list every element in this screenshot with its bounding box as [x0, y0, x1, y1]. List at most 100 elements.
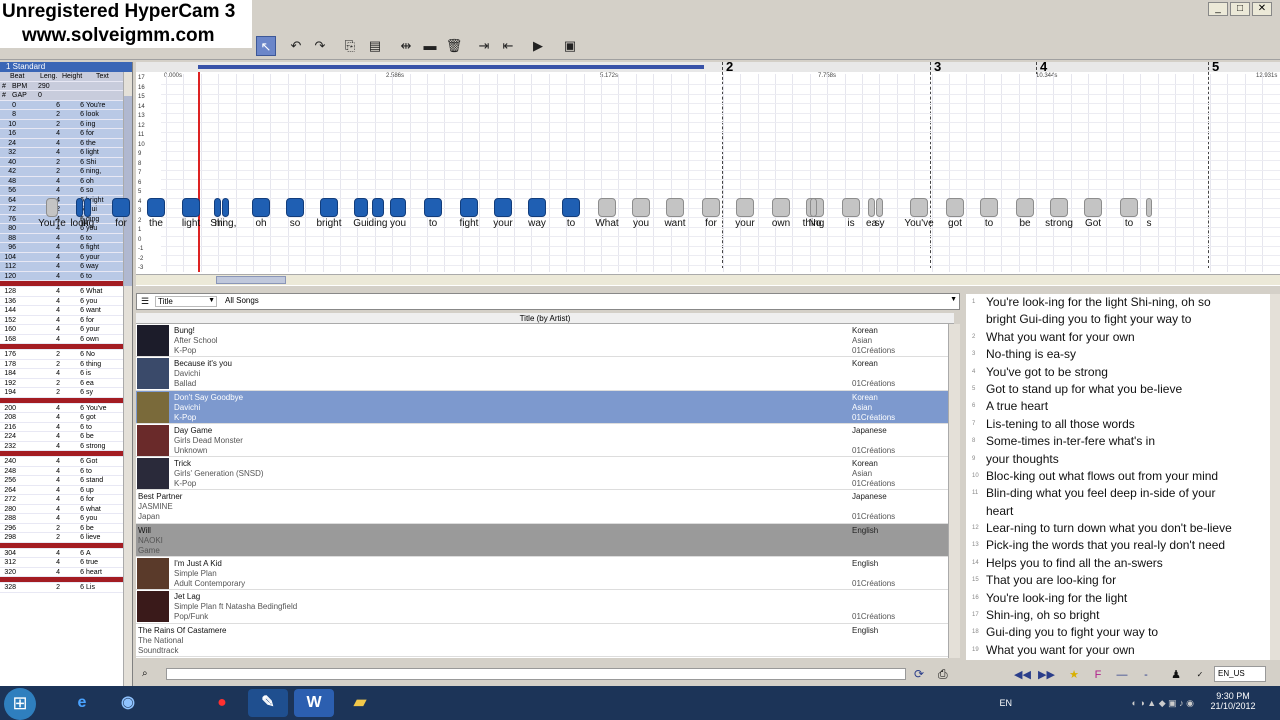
note-block[interactable]	[980, 198, 998, 217]
note-block[interactable]	[598, 198, 616, 217]
merge-icon[interactable]: ▬	[420, 36, 440, 56]
table-row[interactable]: 298 2 6 lieve	[0, 533, 132, 543]
note-block[interactable]	[390, 198, 406, 217]
next-icon[interactable]: ▶▶	[1038, 667, 1055, 683]
lyrics-scrollbar[interactable]	[1270, 294, 1280, 660]
table-row[interactable]: 144 4 6 want	[0, 306, 132, 316]
song-row[interactable]: Bung! After School K-Pop Korean Asian 01Créat…	[136, 324, 948, 358]
note-block[interactable]	[632, 198, 650, 217]
media-player-icon[interactable]: ◉	[108, 689, 148, 717]
note-block[interactable]	[147, 198, 165, 217]
table-row[interactable]: 280 4 6 what	[0, 505, 132, 514]
note-block[interactable]	[46, 198, 58, 217]
table-row[interactable]: 194 2 6 sy	[0, 388, 132, 398]
filter-value-select[interactable]: All Songs	[223, 296, 949, 307]
note-block[interactable]	[252, 198, 270, 217]
lyric-line[interactable]: 19 What you want for your own	[966, 642, 1272, 659]
maximize-button[interactable]: □	[1230, 2, 1250, 16]
undo-icon[interactable]: ↶	[286, 36, 306, 56]
note-block[interactable]	[354, 198, 368, 217]
note-block[interactable]	[222, 198, 229, 217]
lyric-line[interactable]: 11 Blin-ding what you feel deep in-side o…	[966, 485, 1272, 502]
table-row[interactable]: 176 2 6 No	[0, 350, 132, 360]
song-search-input[interactable]	[166, 668, 906, 680]
split-icon[interactable]: ⇹	[396, 36, 416, 56]
table-row[interactable]: 40 2 6 Shi	[0, 157, 132, 167]
note-block[interactable]	[772, 198, 790, 217]
lyric-line[interactable]: 3 No-thing is ea-sy	[966, 346, 1272, 363]
table-row[interactable]: 224 4 6 be	[0, 432, 132, 442]
refresh-icon[interactable]: ⟳	[914, 667, 924, 681]
copy-icon[interactable]: ⎘	[340, 36, 360, 56]
lyric-line[interactable]: 1 You're look-ing for the light Shi-ning,…	[966, 294, 1272, 311]
note-block[interactable]	[910, 198, 928, 217]
song-list-scrollbar[interactable]	[948, 324, 960, 658]
table-row[interactable]: 178 2 6 thing	[0, 360, 132, 369]
lyric-line[interactable]: heart	[966, 503, 1272, 520]
table-row[interactable]: 312 4 6 true	[0, 558, 132, 568]
lyric-line[interactable]: 13 Pick-ing the words that you real-ly do…	[966, 537, 1272, 554]
paste-icon[interactable]: ▤	[365, 36, 385, 56]
minus-icon[interactable]: —	[1114, 667, 1130, 683]
table-row[interactable]: 0 6 6 You're	[0, 100, 132, 110]
note-block[interactable]	[214, 198, 221, 217]
editor-scrollbar[interactable]	[136, 274, 1280, 285]
table-row[interactable]: 240 4 6 Got	[0, 457, 132, 467]
song-row[interactable]: Jet Lag Simple Plan ft Natasha Bedingfiel…	[136, 590, 948, 624]
table-row[interactable]: 32 4 6 light	[0, 148, 132, 158]
filter-field-select[interactable]: Title ▼	[155, 296, 217, 307]
lyrics-language-select[interactable]: EN_US	[1214, 666, 1266, 682]
lyric-line[interactable]: 4 You've got to be strong	[966, 364, 1272, 381]
minimize-button[interactable]: _	[1208, 2, 1228, 16]
pitch-editor[interactable]: 0.000s2.586s5.172s7.758s10.344s12.931s23…	[38, 59, 1280, 286]
folder-icon[interactable]: ▰	[340, 689, 380, 717]
lyrics-editor[interactable]: 1 You're look-ing for the light Shi-ning,…	[966, 294, 1272, 660]
table-row[interactable]: 88 4 6 to	[0, 233, 132, 243]
lyric-line[interactable]: 18 Gui-ding you to fight your way to	[966, 624, 1272, 641]
table-row[interactable]: 192 2 6 ea	[0, 379, 132, 388]
clock[interactable]: 9:30 PM 21/10/2012	[1198, 691, 1268, 711]
table-row[interactable]: 288 4 6 you	[0, 514, 132, 524]
table-row[interactable]: 304 4 6 A	[0, 549, 132, 558]
list-icon[interactable]: ☰	[141, 296, 149, 307]
song-row[interactable]: Will NAOKI Game English	[136, 523, 948, 558]
notes-table-scrollbar[interactable]	[123, 72, 132, 688]
column-header[interactable]: Leng.	[40, 72, 58, 82]
input-language[interactable]: EN	[999, 698, 1012, 708]
table-row[interactable]: 168 4 6 own	[0, 335, 132, 344]
insert-line-icon[interactable]: ⇥	[474, 36, 494, 56]
note-block[interactable]	[528, 198, 546, 217]
table-row[interactable]: 208 4 6 got	[0, 413, 132, 423]
close-button[interactable]: ✕	[1252, 2, 1272, 16]
note-block[interactable]	[460, 198, 478, 217]
lyric-line[interactable]: 8 Some-times in-ter-fere what's in	[966, 433, 1272, 450]
lyric-line[interactable]: 17 Shin-ing, oh so bright	[966, 607, 1272, 624]
previous-icon[interactable]: ◀◀	[1014, 667, 1031, 683]
note-block[interactable]	[1050, 198, 1068, 217]
note-block[interactable]	[876, 198, 883, 217]
column-header[interactable]: Beat	[10, 72, 24, 82]
note-block[interactable]	[76, 198, 83, 217]
remove-line-icon[interactable]: ⇤	[498, 36, 518, 56]
note-block[interactable]	[946, 198, 964, 217]
internet-explorer-icon[interactable]: e	[62, 689, 102, 717]
note-block[interactable]	[112, 198, 130, 217]
lyric-line[interactable]: bright Gui-ding you to fight your way to	[966, 311, 1272, 328]
note-block[interactable]	[84, 198, 91, 217]
note-block[interactable]	[868, 198, 875, 217]
tray-icons[interactable]: ◐ ◑ ▲ ◆ ▣ ♪ ◉	[1131, 698, 1194, 709]
delete-icon[interactable]: 🗑	[444, 36, 464, 56]
select-tool-icon[interactable]: ↖	[256, 36, 276, 56]
note-block[interactable]	[320, 198, 338, 217]
table-row[interactable]: 272 4 6 for	[0, 495, 132, 505]
note-block[interactable]	[424, 198, 442, 217]
note-block[interactable]	[842, 198, 860, 217]
note-block[interactable]	[494, 198, 512, 217]
note-block[interactable]	[372, 198, 384, 217]
note-block[interactable]	[1084, 198, 1102, 217]
table-row[interactable]: 248 4 6 to	[0, 467, 132, 476]
table-row[interactable]: 42 2 6 ning,	[0, 167, 132, 177]
song-row[interactable]: Don't Say Goodbye Davichi K-Pop Korean Asian…	[136, 390, 948, 424]
lyric-line[interactable]: 6 A true heart	[966, 398, 1272, 415]
table-row[interactable]: 128 4 6 What	[0, 287, 132, 297]
